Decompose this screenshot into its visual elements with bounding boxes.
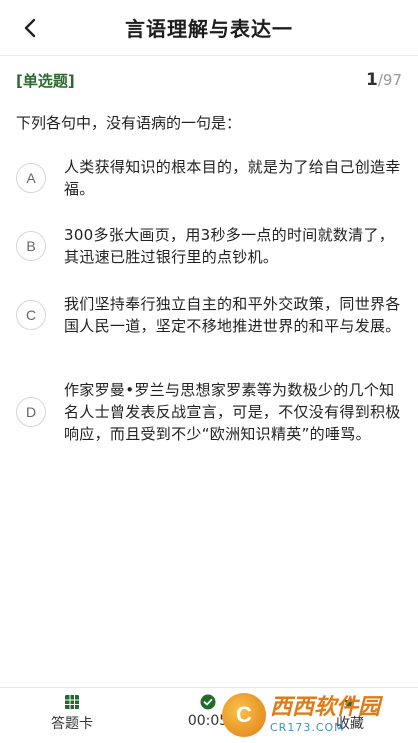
watermark: C 西西软件园 CR173.COM bbox=[222, 693, 412, 737]
option-text: 我们坚持奉行独立自主的和平外交政策，同世界各国人民一道，坚定不移地推进世界的和平… bbox=[64, 295, 401, 335]
bottom-bar: 答题卡 00:05 收藏 C 西西软件园 CR173.COM bbox=[0, 687, 418, 743]
question-type-label: [单选题] bbox=[16, 72, 75, 90]
option-text: 作家罗曼•罗兰与思想家罗素等为数极少的几个知名人士曾发表反战宣言，可是，不仅没有… bbox=[64, 381, 401, 443]
page-title: 言语理解与表达一 bbox=[125, 17, 293, 41]
option-d[interactable]: D 作家罗曼•罗兰与思想家罗素等为数极少的几个知名人士曾发表反战宣言，可是，不仅… bbox=[16, 379, 404, 445]
watermark-text: 西西软件园 CR173.COM bbox=[270, 695, 381, 734]
header: 言语理解与表达一 bbox=[0, 0, 418, 56]
option-letter: D bbox=[16, 397, 46, 427]
question-counter: 1/97 bbox=[366, 70, 402, 90]
option-letter: B bbox=[16, 231, 46, 261]
total-questions: /97 bbox=[377, 71, 402, 89]
option-letter: A bbox=[16, 163, 46, 193]
grid-icon bbox=[65, 695, 79, 709]
option-text: 300多张大画页，用3秒多一点的时间就数清了，其迅速已胜过银行里的点钞机。 bbox=[64, 226, 395, 266]
option-text: 人类获得知识的根本目的，就是为了给自己创造幸福。 bbox=[64, 158, 401, 198]
page: 言语理解与表达一 [单选题] 1/97 下列各句中，没有语病的一句是： A 人类… bbox=[0, 0, 418, 743]
watermark-main: 西西软件园 bbox=[270, 695, 381, 720]
option-b[interactable]: B 300多张大画页，用3秒多一点的时间就数清了，其迅速已胜过银行里的点钞机。 bbox=[16, 224, 404, 268]
watermark-sub: CR173.COM bbox=[270, 721, 345, 734]
option-letter: C bbox=[16, 300, 46, 330]
timer-check-icon bbox=[200, 694, 216, 710]
option-c[interactable]: C 我们坚持奉行独立自主的和平外交政策，同世界各国人民一道，坚定不移地推进世界的… bbox=[16, 293, 404, 337]
watermark-logo-icon: C bbox=[222, 693, 266, 737]
answer-card-label: 答题卡 bbox=[51, 716, 93, 732]
question-stem: 下列各句中，没有语病的一句是： bbox=[16, 114, 242, 132]
option-a[interactable]: A 人类获得知识的根本目的，就是为了给自己创造幸福。 bbox=[16, 156, 404, 200]
current-question-number: 1 bbox=[366, 70, 378, 90]
answer-card-button[interactable]: 答题卡 bbox=[42, 694, 102, 733]
